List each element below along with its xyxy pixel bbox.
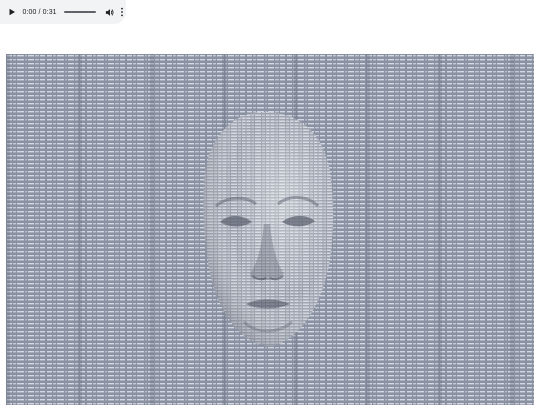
current-time: 0:00 (22, 8, 37, 16)
time-display: 0:00 / 0:31 (22, 9, 56, 16)
progress-slider[interactable] (63, 11, 96, 13)
audio-player: 0:00 / 0:31 (0, 0, 126, 24)
play-button[interactable] (7, 7, 16, 17)
more-vert-icon (121, 7, 124, 17)
volume-button[interactable] (105, 7, 114, 17)
play-icon (9, 8, 15, 16)
duration: 0:31 (42, 8, 57, 16)
volume-icon (106, 8, 114, 16)
more-options-button[interactable] (118, 7, 126, 17)
text-face-artwork (6, 54, 534, 405)
artwork-canvas (6, 54, 534, 405)
